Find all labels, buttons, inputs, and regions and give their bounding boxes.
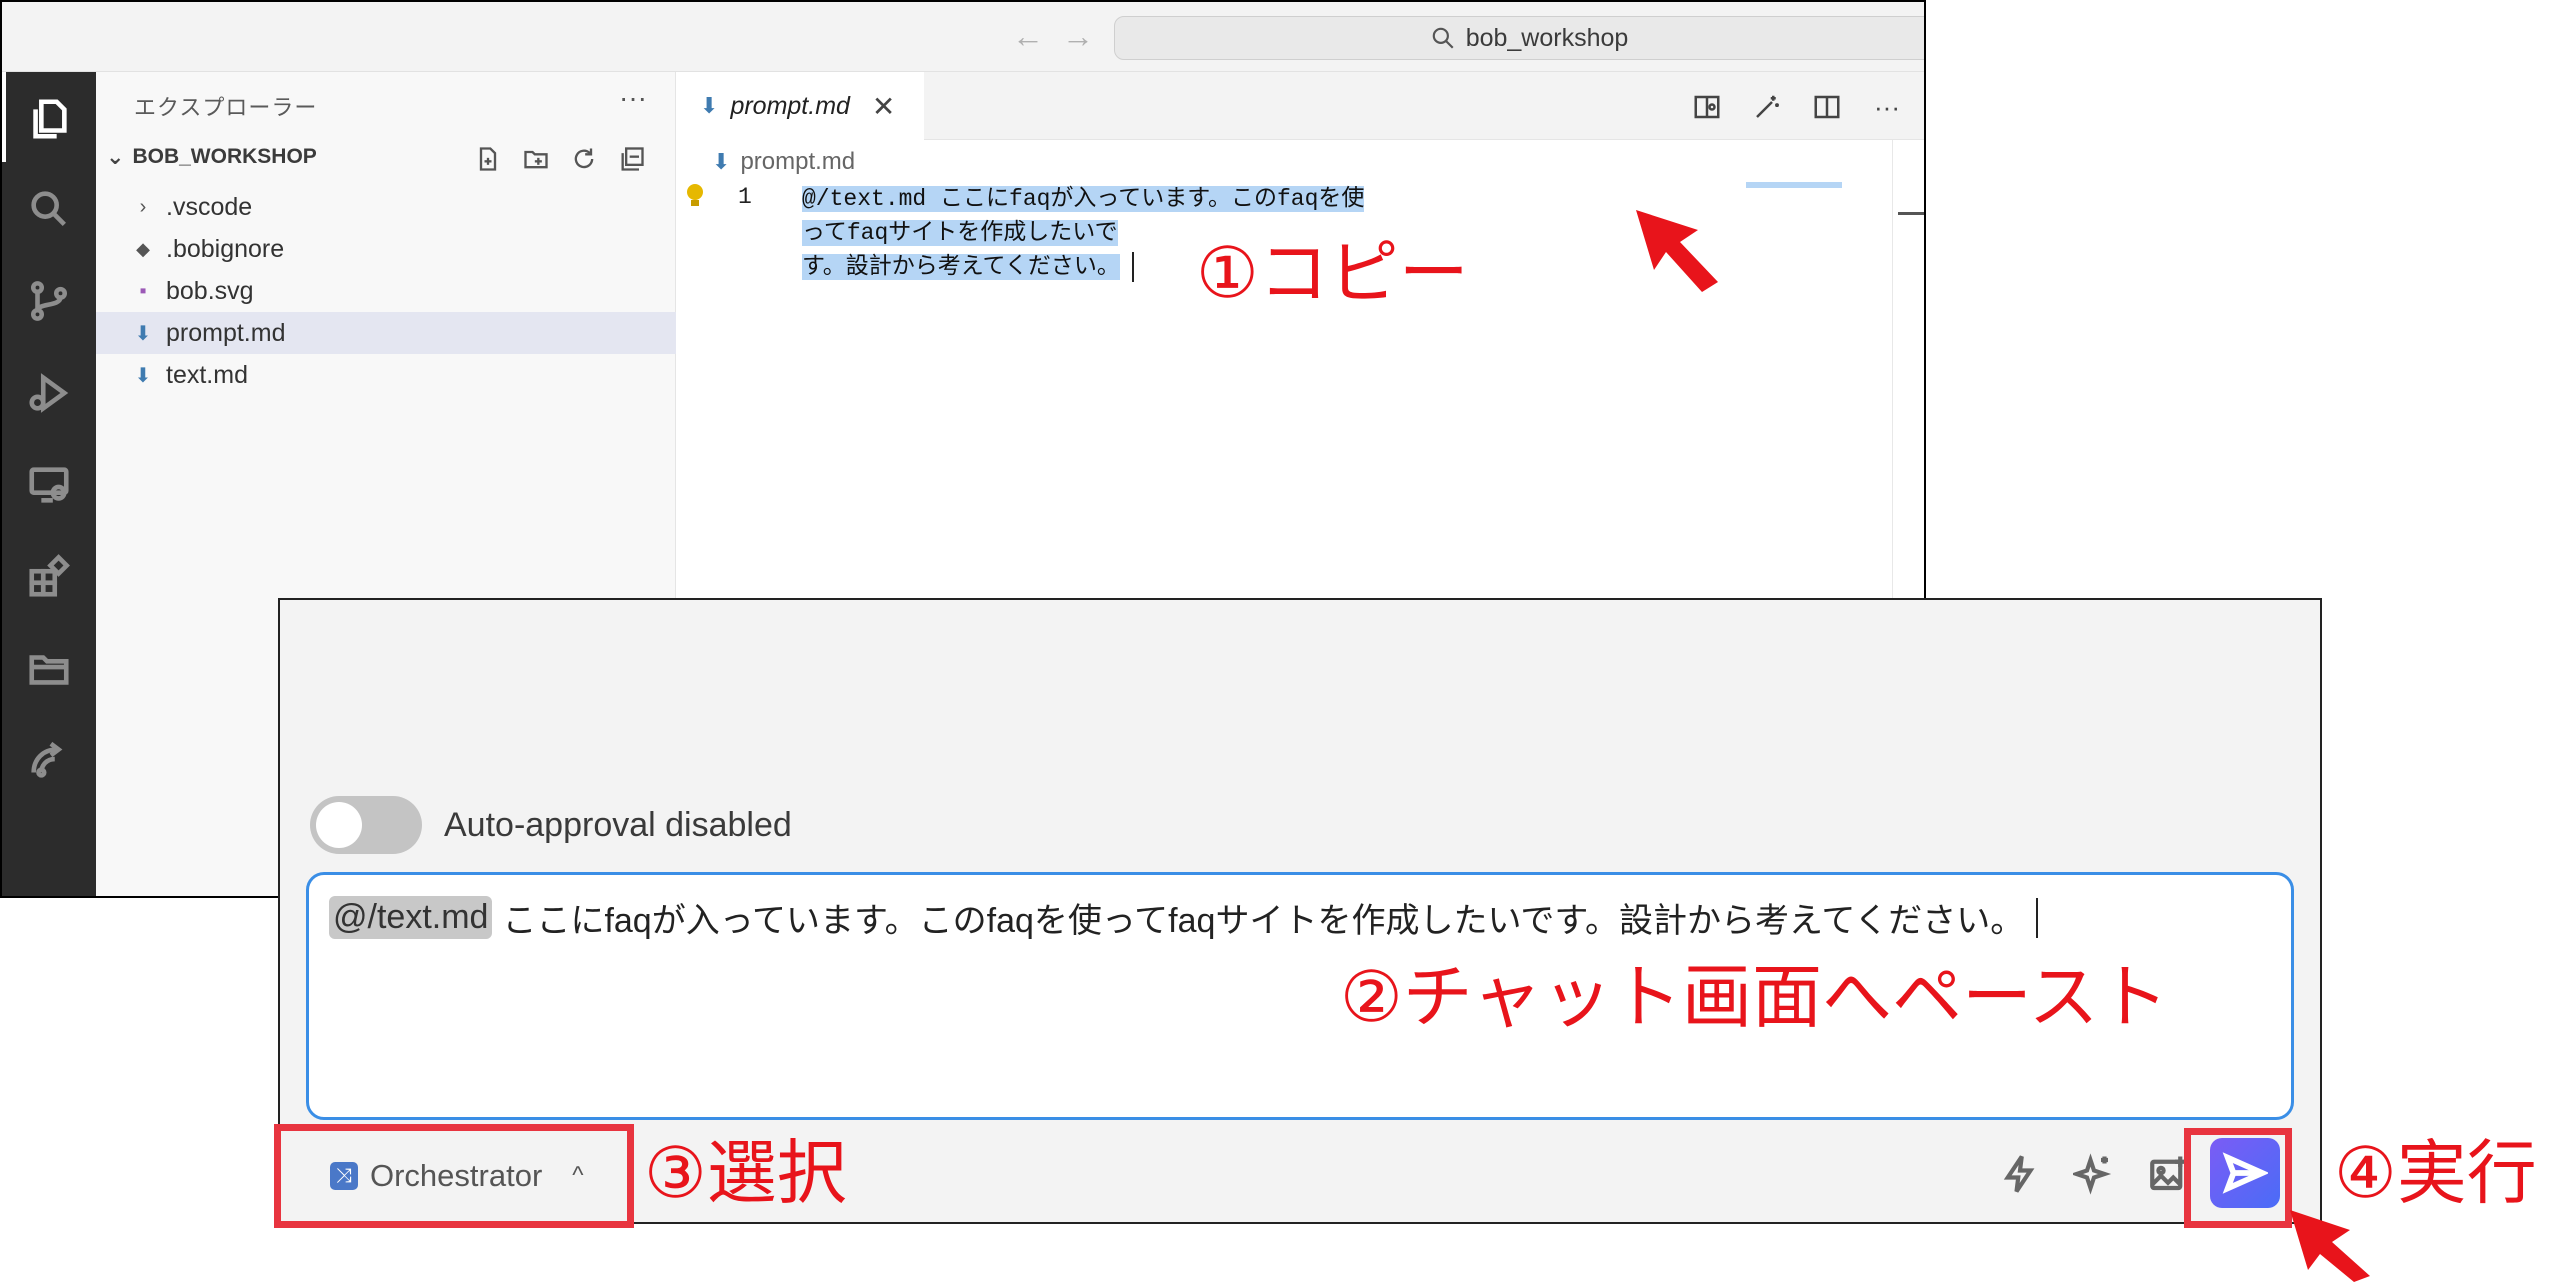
workspace-root-label: BOB_WORKSHOP xyxy=(132,145,317,168)
magic-wand-icon[interactable] xyxy=(1750,90,1784,124)
annotation-step3: ③選択 xyxy=(644,1134,847,1212)
chat-input-text: @/text.md ここにfaqが入っています。このfaqを使ってfaqサイトを… xyxy=(329,893,2039,942)
markdown-icon: ⬇ xyxy=(700,93,719,118)
new-folder-icon[interactable] xyxy=(521,144,551,174)
markdown-icon: ⬇ xyxy=(134,364,152,387)
close-icon[interactable]: ✕ xyxy=(872,90,895,123)
editor-actions: ··· xyxy=(1690,90,1904,124)
explorer-title: エクスプローラー xyxy=(134,95,318,120)
file-mention[interactable]: @/text.md xyxy=(329,896,493,939)
tree-item-label: .bobignore xyxy=(166,234,285,263)
editor-tabs: ⬇ prompt.md ✕ ··· xyxy=(676,72,1924,140)
explorer-actions xyxy=(473,144,647,174)
bob-icon[interactable] xyxy=(24,736,74,786)
tab-label: prompt.md xyxy=(730,91,850,120)
chevron-right-icon: › xyxy=(139,195,147,218)
auto-approval-label: Auto-approval disabled xyxy=(444,806,792,844)
forward-arrow-icon[interactable]: → xyxy=(1062,18,1094,55)
search-icon xyxy=(1432,27,1454,49)
annotation-step2: ②チャット画面へペースト xyxy=(1340,958,2169,1036)
line-number: 1 xyxy=(738,184,752,210)
explorer-icon[interactable] xyxy=(24,94,74,144)
pointer-arrow-icon xyxy=(2290,1210,2370,1282)
activity-bar xyxy=(2,72,96,896)
search-icon[interactable] xyxy=(24,184,74,234)
pointer-arrow-icon xyxy=(1636,210,1718,292)
lightning-icon[interactable] xyxy=(1994,1148,2046,1200)
toggle-knob xyxy=(316,802,362,848)
title-bar: ← → bob_workshop xyxy=(2,2,1924,72)
run-debug-icon[interactable] xyxy=(24,368,74,418)
tree-item-bobignore[interactable]: ◆ .bobignore xyxy=(96,228,676,270)
tree-item-bob-svg[interactable]: ▪ bob.svg xyxy=(96,270,676,312)
open-preview-icon[interactable] xyxy=(1690,90,1724,124)
tree-item-label: .vscode xyxy=(166,192,253,221)
breadcrumb: ⬇ prompt.md xyxy=(712,148,855,176)
tree-item-text-md[interactable]: ⬇ text.md xyxy=(96,354,676,396)
tree-item-prompt-md[interactable]: ⬇ prompt.md xyxy=(96,312,676,354)
search-text: bob_workshop xyxy=(1465,23,1629,52)
source-control-icon[interactable] xyxy=(24,276,74,326)
text-cursor xyxy=(1131,251,1134,282)
command-center-search[interactable]: bob_workshop xyxy=(1114,16,1924,60)
tab-prompt-md[interactable]: ⬇ prompt.md ✕ xyxy=(676,72,924,140)
chat-message: ここにfaqが入っています。このfaqを使ってfaqサイトを作成したいです。設計… xyxy=(502,902,2025,940)
tree-item-vscode[interactable]: › .vscode xyxy=(96,186,676,228)
markdown-icon: ⬇ xyxy=(712,149,731,174)
highlight-mode-selector xyxy=(274,1124,634,1228)
code-line: す。設計から考えてください。 xyxy=(802,254,1120,280)
folder-icon[interactable] xyxy=(24,644,74,694)
text-cursor xyxy=(2036,897,2039,938)
chevron-down-icon: ⌄ xyxy=(106,144,125,169)
editor-more-button[interactable]: ··· xyxy=(1870,90,1904,124)
svg-file-icon: ▪ xyxy=(139,279,147,302)
scrollbar-marker xyxy=(1898,212,1924,215)
remote-explorer-icon[interactable] xyxy=(24,460,74,510)
annotation-step4: ④実行 xyxy=(2334,1134,2537,1212)
back-arrow-icon[interactable]: ← xyxy=(1012,18,1044,55)
refresh-icon[interactable] xyxy=(569,144,599,174)
lightbulb-icon[interactable] xyxy=(684,182,706,210)
markdown-icon: ⬇ xyxy=(134,322,152,345)
auto-approval-toggle[interactable] xyxy=(310,796,422,854)
extensions-icon[interactable] xyxy=(24,552,74,602)
minimap-selection xyxy=(1746,182,1842,188)
workspace-root[interactable]: ⌄ BOB_WORKSHOP xyxy=(106,144,317,170)
sparkle-icon[interactable] xyxy=(2068,1148,2120,1200)
git-diamond-icon: ◆ xyxy=(136,238,150,259)
annotation-step1: ①コピー xyxy=(1196,234,1469,312)
collapse-all-icon[interactable] xyxy=(617,144,647,174)
tree-item-label: bob.svg xyxy=(166,276,254,305)
new-file-icon[interactable] xyxy=(473,144,503,174)
split-editor-icon[interactable] xyxy=(1810,90,1844,124)
tree-item-label: prompt.md xyxy=(166,318,286,347)
tree-item-label: text.md xyxy=(166,360,248,389)
explorer-more-button[interactable]: ··· xyxy=(619,82,647,114)
active-indicator xyxy=(2,72,6,162)
breadcrumb-file[interactable]: prompt.md xyxy=(740,148,855,176)
